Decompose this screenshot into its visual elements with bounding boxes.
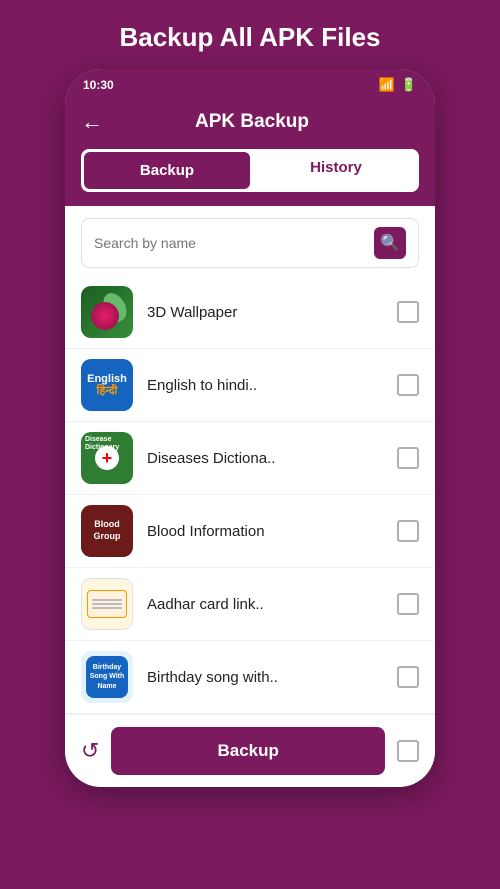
- app-icon-blood: BloodGroup: [81, 505, 133, 557]
- phone-frame: 10:30 📶 🔋 ← APK Backup Backup History 🔍: [65, 69, 435, 787]
- page-title: Backup All APK Files: [99, 0, 400, 69]
- search-icon: 🔍: [380, 233, 400, 253]
- list-item: DiseaseDictionary + Diseases Dictiona..: [65, 422, 435, 495]
- search-input[interactable]: [94, 235, 366, 251]
- list-item: 3D Wallpaper: [65, 276, 435, 349]
- wifi-icon: 📶: [379, 77, 395, 93]
- list-item: Aadhar card link..: [65, 568, 435, 641]
- app-checkbox[interactable]: [397, 593, 419, 615]
- backup-button[interactable]: Backup: [111, 727, 385, 775]
- app-name: Aadhar card link..: [147, 596, 383, 613]
- app-header: ← APK Backup: [65, 99, 435, 149]
- app-checkbox[interactable]: [397, 301, 419, 323]
- status-bar: 10:30 📶 🔋: [65, 69, 435, 99]
- status-time: 10:30: [83, 78, 114, 92]
- app-checkbox[interactable]: [397, 666, 419, 688]
- bottom-bar: ↺ Backup: [65, 714, 435, 787]
- app-list: 3D Wallpaper English हिन्दी English to h…: [65, 276, 435, 714]
- tab-backup[interactable]: Backup: [84, 152, 250, 189]
- app-name: 3D Wallpaper: [147, 304, 383, 321]
- list-item: BloodGroup Blood Information: [65, 495, 435, 568]
- app-name: Diseases Dictiona..: [147, 450, 383, 467]
- app-icon-wallpaper: [81, 286, 133, 338]
- tabs: Backup History: [81, 149, 419, 192]
- bottom-checkbox[interactable]: [397, 740, 419, 762]
- status-icons: 📶 🔋: [379, 77, 417, 93]
- app-icon-disease: DiseaseDictionary +: [81, 432, 133, 484]
- app-body: 🔍 3D Wallpaper English हिन्दी Englis: [65, 206, 435, 714]
- app-checkbox[interactable]: [397, 447, 419, 469]
- back-button[interactable]: ←: [81, 109, 103, 135]
- app-header-title: APK Backup: [115, 111, 419, 133]
- app-checkbox[interactable]: [397, 374, 419, 396]
- app-icon-english: English हिन्दी: [81, 359, 133, 411]
- app-icon-aadhar: [81, 578, 133, 630]
- app-name: Blood Information: [147, 523, 383, 540]
- tab-history[interactable]: History: [253, 149, 419, 192]
- app-checkbox[interactable]: [397, 520, 419, 542]
- app-icon-birthday: BirthdaySong WithName: [81, 651, 133, 703]
- tabs-container: Backup History: [65, 149, 435, 206]
- list-item: English हिन्दी English to hindi..: [65, 349, 435, 422]
- list-item: BirthdaySong WithName Birthday song with…: [65, 641, 435, 714]
- search-button[interactable]: 🔍: [374, 227, 406, 259]
- search-bar: 🔍: [81, 218, 419, 268]
- app-name: English to hindi..: [147, 377, 383, 394]
- battery-icon: 🔋: [401, 77, 417, 93]
- app-name: Birthday song with..: [147, 669, 383, 686]
- refresh-icon[interactable]: ↺: [81, 738, 99, 764]
